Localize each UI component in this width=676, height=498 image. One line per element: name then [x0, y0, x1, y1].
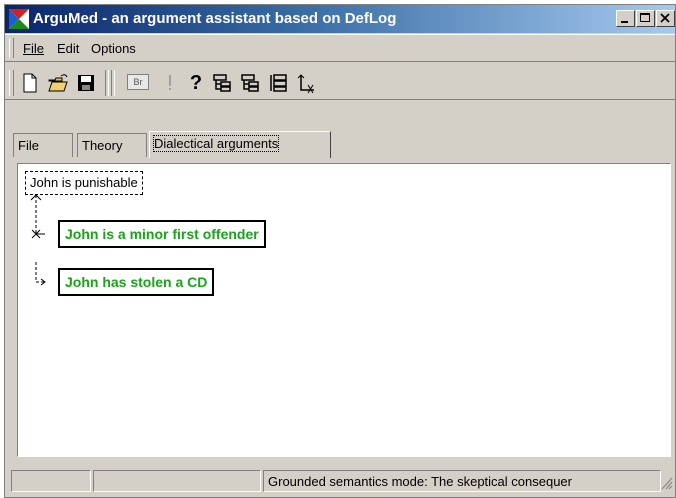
- undercut-icon[interactable]: [295, 72, 317, 94]
- conclusion-node[interactable]: John is punishable: [25, 171, 143, 195]
- tree-layout-icon[interactable]: [211, 72, 233, 94]
- toolbar-grip: [9, 70, 14, 96]
- status-bar: Grounded semantics mode: The skeptical c…: [5, 467, 675, 497]
- close-icon: [660, 13, 670, 23]
- tab-file-label: File: [18, 138, 39, 153]
- menu-options[interactable]: Options: [91, 41, 136, 56]
- menu-file[interactable]: File: [23, 41, 44, 56]
- app-window: ArguMed - an argument assistant based on…: [4, 4, 676, 498]
- maximize-icon: [640, 13, 650, 22]
- menu-edit-label: Edit: [57, 41, 80, 56]
- menu-edit[interactable]: Edit: [57, 41, 79, 56]
- tab-dialectical-arguments-label: Dialectical arguments: [152, 135, 280, 152]
- toolbar-separator: [111, 70, 115, 96]
- status-message: Grounded semantics mode: The skeptical c…: [263, 470, 661, 492]
- toolbar: Br ?: [5, 64, 675, 100]
- new-file-icon[interactable]: [19, 72, 41, 94]
- minimize-icon: [621, 21, 628, 23]
- toolbar-separator: [105, 70, 109, 96]
- br-button[interactable]: Br: [127, 74, 149, 90]
- tab-dialectical-arguments[interactable]: Dialectical arguments: [149, 131, 331, 158]
- reason-node[interactable]: John has stolen a CD: [58, 268, 215, 296]
- save-icon[interactable]: [75, 72, 97, 94]
- menu-grip: [9, 38, 14, 58]
- close-button[interactable]: [656, 10, 675, 27]
- tree-layout-alt-icon[interactable]: [239, 72, 261, 94]
- menu-file-label: File: [23, 41, 44, 56]
- title-bar[interactable]: ArguMed - an argument assistant based on…: [5, 5, 675, 33]
- resize-grip-icon[interactable]: [661, 477, 673, 491]
- menu-bar: File Edit Options: [5, 34, 675, 62]
- menu-options-label: Options: [91, 41, 136, 56]
- help-button[interactable]: ?: [185, 72, 207, 94]
- argument-canvas[interactable]: John is punishable John is a minor first…: [17, 163, 671, 457]
- maximize-button[interactable]: [636, 10, 655, 27]
- tab-theory-label: Theory: [82, 138, 123, 153]
- window-title: ArguMed - an argument assistant based on…: [33, 10, 397, 27]
- status-cell: [11, 470, 91, 492]
- minimize-button[interactable]: [616, 10, 635, 27]
- reason-node[interactable]: John is a minor first offender: [58, 220, 266, 248]
- exclamation-icon[interactable]: [159, 72, 181, 94]
- status-cell: [93, 470, 261, 492]
- list-layout-icon[interactable]: [267, 72, 289, 94]
- tab-file[interactable]: File: [13, 133, 73, 157]
- tab-theory[interactable]: Theory: [77, 133, 147, 157]
- open-folder-icon[interactable]: [47, 72, 69, 94]
- argumed-app-icon: [9, 9, 29, 29]
